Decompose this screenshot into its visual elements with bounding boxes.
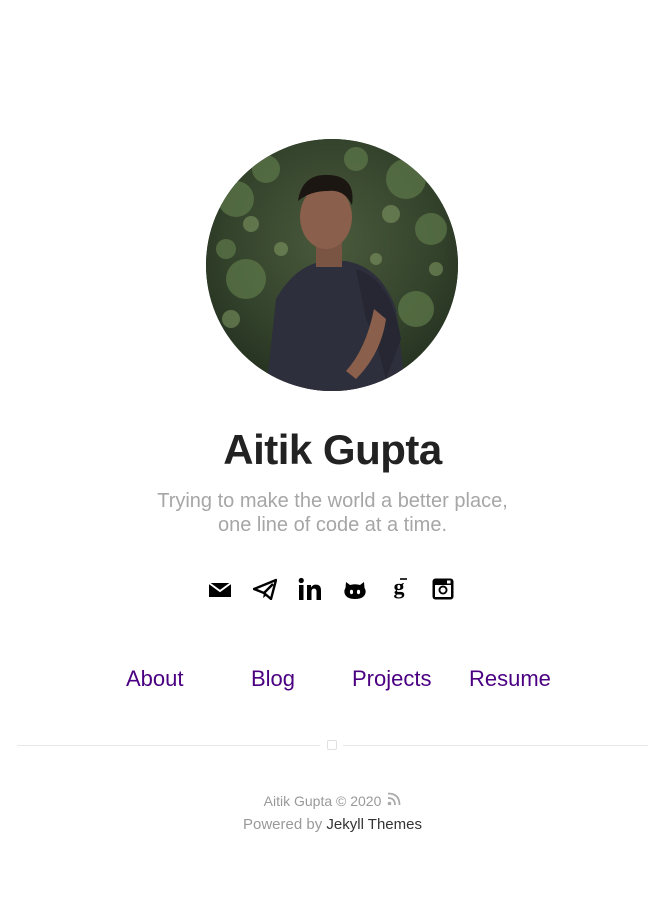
- profile-tagline: Trying to make the world a better place,…: [0, 489, 659, 537]
- tagline-line-2: one line of code at a time.: [217, 514, 448, 536]
- home-page: Aitik Gupta Trying to make the world a b…: [0, 0, 659, 916]
- profile-name: Aitik Gupta: [223, 426, 442, 473]
- telegram-icon: [253, 578, 277, 600]
- footer-powered-by: Powered by Jekyll Themes: [0, 816, 659, 834]
- profile-avatar: [206, 139, 458, 391]
- telegram-link[interactable]: [252, 576, 278, 602]
- nav-about[interactable]: About: [126, 664, 184, 694]
- tagline-line-1: Trying to make the world a better place,: [157, 490, 508, 512]
- jekyll-themes-link[interactable]: Jekyll Themes: [326, 816, 422, 833]
- email-link[interactable]: [207, 576, 233, 602]
- email-icon: [208, 582, 232, 597]
- divider-left: [17, 745, 320, 746]
- github-link[interactable]: [342, 576, 368, 602]
- github-icon: [344, 582, 366, 599]
- linkedin-link[interactable]: [297, 576, 323, 602]
- google-scholar-icon: g: [394, 577, 407, 599]
- google-scholar-link[interactable]: g: [386, 576, 412, 602]
- footer-copyright: Aitik Gupta © 2020: [0, 792, 659, 810]
- instagram-link[interactable]: [430, 576, 456, 602]
- rss-link[interactable]: [387, 792, 401, 810]
- divider-right: [343, 745, 648, 746]
- nav-projects[interactable]: Projects: [352, 664, 431, 694]
- divider-ornament: [327, 740, 337, 750]
- nav-blog[interactable]: Blog: [251, 664, 295, 694]
- instagram-icon: [432, 578, 454, 600]
- rss-icon: [388, 792, 401, 806]
- svg-text:g: g: [394, 577, 405, 599]
- social-links: g: [0, 576, 659, 602]
- nav-resume[interactable]: Resume: [469, 664, 551, 694]
- copyright-text: Aitik Gupta © 2020: [263, 793, 382, 809]
- linkedin-icon: [298, 577, 321, 600]
- powered-by-text: Powered by: [243, 816, 327, 833]
- main-nav: About Blog Projects Resume: [0, 664, 659, 694]
